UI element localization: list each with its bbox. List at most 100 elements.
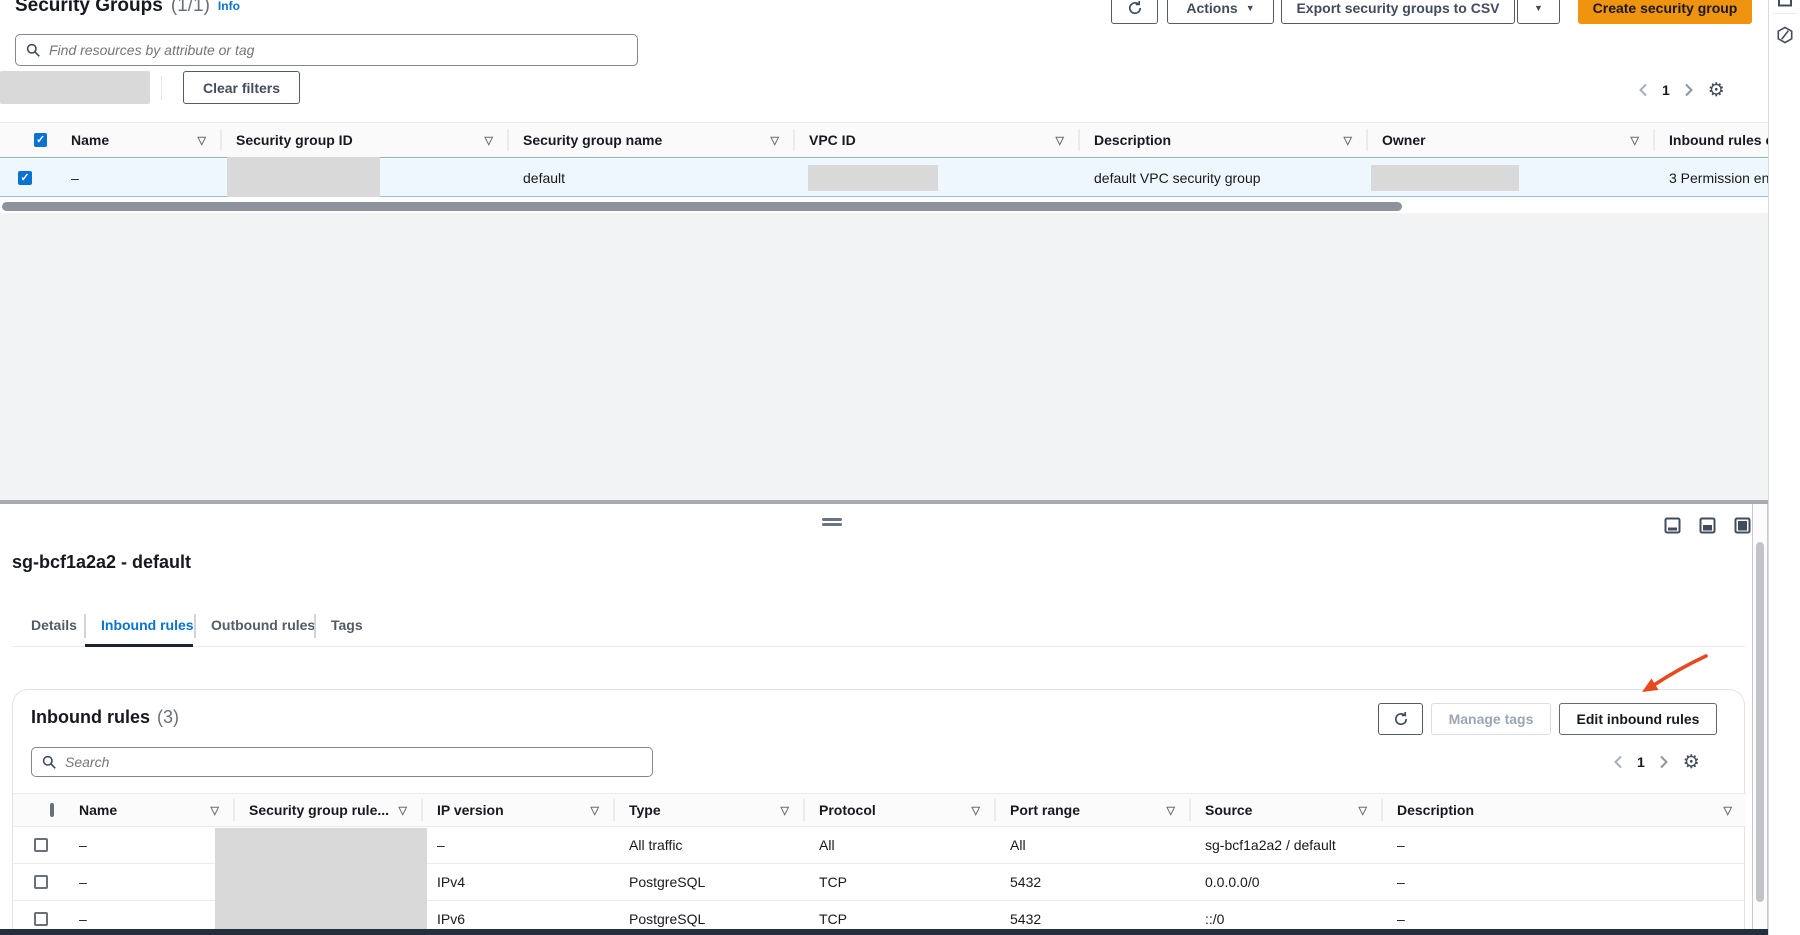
filter-icon[interactable]: ▽ — [591, 804, 599, 817]
clear-filters-button[interactable]: Clear filters — [183, 71, 300, 104]
page-count: (1/1) — [171, 0, 210, 17]
filter-icon[interactable]: ▽ — [781, 804, 789, 817]
column-header-source[interactable]: Source▽ — [1189, 794, 1381, 826]
refresh-button[interactable] — [1111, 0, 1158, 24]
tabs-bottom-border — [12, 646, 1745, 647]
cell-name: – — [55, 170, 220, 186]
filter-icon[interactable]: ▽ — [1344, 134, 1352, 147]
filter-icon[interactable]: ▽ — [211, 804, 219, 817]
rules-search[interactable] — [31, 747, 653, 777]
annotation-arrow — [1620, 648, 1730, 708]
export-dropdown-button[interactable]: ▼ — [1517, 0, 1560, 24]
tab-outbound-rules[interactable]: Outbound rules — [211, 617, 315, 633]
refresh-icon — [1127, 0, 1143, 16]
actions-button[interactable]: Actions ▼ — [1167, 0, 1274, 24]
column-header-sg-name[interactable]: Security group name▽ — [507, 123, 793, 157]
groups-table-header: ✓ Name▽ Security group ID▽ Security grou… — [0, 122, 1768, 158]
column-header-type[interactable]: Type▽ — [613, 794, 803, 826]
filter-icon[interactable]: ▽ — [1359, 804, 1367, 817]
filter-icon[interactable]: ▽ — [1056, 134, 1064, 147]
panel-bottom-half-icon[interactable] — [1699, 517, 1716, 534]
split-panel-drag-handle[interactable] — [822, 518, 842, 526]
column-header-port-range[interactable]: Port range▽ — [994, 794, 1189, 826]
column-header-ip-version[interactable]: IP version▽ — [421, 794, 613, 826]
resources-search[interactable] — [15, 34, 638, 66]
row-checkbox[interactable]: ✓ — [18, 171, 32, 185]
column-header-description[interactable]: Description▽ — [1078, 123, 1366, 157]
edit-inbound-rules-label: Edit inbound rules — [1577, 711, 1700, 727]
panel-bottom-small-icon[interactable] — [1664, 517, 1681, 534]
inbound-rules-count: (3) — [157, 707, 179, 728]
filter-icon[interactable]: ▽ — [1167, 804, 1175, 817]
rules-table-header: Name▽ Security group rule...▽ IP version… — [13, 793, 1746, 827]
select-all-checkbox[interactable] — [50, 803, 54, 817]
split-panel-divider[interactable] — [0, 500, 1768, 504]
filter-icon[interactable]: ▽ — [1631, 134, 1639, 147]
split-panel-title: sg-bcf1a2a2 - default — [12, 552, 191, 573]
preferences-gear-icon[interactable]: ⚙ — [1683, 753, 1700, 772]
amazon-q-icon[interactable] — [1776, 26, 1794, 44]
tab-tags[interactable]: Tags — [331, 617, 363, 633]
column-header-protocol[interactable]: Protocol▽ — [803, 794, 994, 826]
cell-description: – — [1381, 837, 1746, 853]
footer-strip — [0, 929, 1768, 935]
tab-inbound-rules[interactable]: Inbound rules — [101, 617, 194, 633]
empty-area — [0, 213, 1768, 500]
column-header-sg-id[interactable]: Security group ID▽ — [220, 123, 507, 157]
rules-search-input[interactable] — [65, 754, 642, 770]
cell-description: – — [1381, 911, 1746, 927]
filter-icon[interactable]: ▽ — [1724, 804, 1732, 817]
horizontal-scrollbar[interactable] — [2, 202, 1402, 211]
row-checkbox[interactable] — [34, 912, 48, 926]
vertical-scrollbar[interactable] — [1756, 542, 1764, 902]
next-page-icon[interactable] — [1659, 755, 1669, 769]
page-number[interactable]: 1 — [1637, 754, 1645, 770]
clear-filters-label: Clear filters — [203, 80, 280, 96]
manage-tags-label: Manage tags — [1449, 711, 1534, 727]
row-checkbox-cell — [13, 912, 63, 926]
side-panel-icon[interactable] — [1777, 0, 1793, 7]
cell-name: – — [63, 874, 233, 890]
column-header-name[interactable]: Name▽ — [55, 123, 220, 157]
export-csv-button[interactable]: Export security groups to CSV — [1281, 0, 1515, 24]
column-header-sg-rule-id[interactable]: Security group rule...▽ — [233, 794, 421, 826]
cell-name: – — [63, 911, 233, 927]
manage-tags-button[interactable]: Manage tags — [1431, 703, 1551, 735]
filter-icon[interactable]: ▽ — [198, 134, 206, 147]
filter-icon[interactable]: ▽ — [771, 134, 779, 147]
previous-page-icon[interactable] — [1638, 83, 1648, 97]
filter-icon[interactable]: ▽ — [485, 134, 493, 147]
resources-search-input[interactable] — [49, 42, 627, 58]
cell-description: – — [1381, 874, 1746, 890]
select-all-checkbox-cell: ✓ — [0, 123, 55, 157]
cell-ip-version: – — [421, 837, 613, 853]
filter-icon[interactable]: ▽ — [972, 804, 980, 817]
column-header-name[interactable]: Name▽ — [63, 794, 233, 826]
cell-inbound-rules-count: 3 Permission entries — [1653, 170, 1768, 186]
cell-protocol: All — [803, 837, 994, 853]
actions-label: Actions — [1186, 0, 1237, 16]
column-header-inbound-rules-count[interactable]: Inbound rules count — [1653, 123, 1768, 157]
redacted-sg-id — [227, 157, 380, 197]
page-title-row: Security Groups (1/1) Info — [15, 0, 240, 16]
panel-full-icon[interactable] — [1734, 517, 1751, 534]
redacted-sg-rule-ids — [215, 828, 427, 935]
page-number[interactable]: 1 — [1662, 82, 1670, 98]
column-header-vpc-id[interactable]: VPC ID▽ — [793, 123, 1078, 157]
info-link[interactable]: Info — [218, 0, 240, 13]
previous-page-icon[interactable] — [1613, 755, 1623, 769]
rail-divider — [1773, 13, 1797, 14]
row-checkbox[interactable] — [34, 875, 48, 889]
filter-icon[interactable]: ▽ — [399, 804, 407, 817]
column-header-description[interactable]: Description▽ — [1381, 794, 1746, 826]
create-security-group-button[interactable]: Create security group — [1578, 0, 1752, 24]
preferences-gear-icon[interactable]: ⚙ — [1708, 81, 1725, 100]
next-page-icon[interactable] — [1684, 83, 1694, 97]
tab-details[interactable]: Details — [31, 617, 77, 633]
rules-refresh-button[interactable] — [1378, 703, 1423, 735]
row-checkbox[interactable] — [34, 838, 48, 852]
create-label: Create security group — [1593, 0, 1738, 16]
select-all-checkbox[interactable]: ✓ — [34, 133, 47, 147]
active-tab-underline — [85, 644, 193, 647]
column-header-owner[interactable]: Owner▽ — [1366, 123, 1653, 157]
